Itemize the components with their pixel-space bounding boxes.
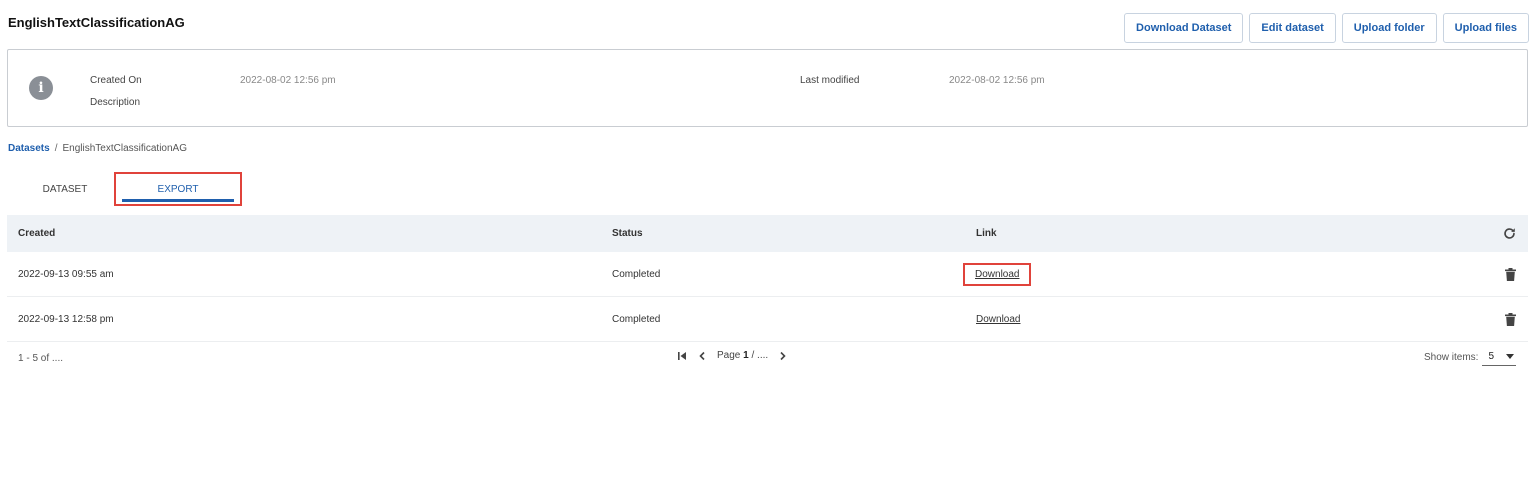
page-separator: / [751,350,755,361]
page-total: .... [757,350,769,361]
show-items-value: 5 [1488,351,1494,362]
tab-export[interactable]: EXPORT [114,172,242,206]
column-header-link: Link [976,228,997,239]
page-label: Page [717,350,741,361]
pagination-range: 1 - 5 of .... [18,353,64,364]
upload-folder-button[interactable]: Upload folder [1341,13,1437,43]
created-on-value: 2022-08-02 12:56 pm [240,75,336,86]
row-status: Completed [612,268,661,280]
breadcrumb-current: EnglishTextClassificationAG [62,143,187,154]
description-label: Description [90,97,141,108]
table-footer: 1 - 5 of .... Page 1 / .... Show items: … [7,343,1528,373]
column-header-status: Status [612,228,643,239]
download-link[interactable]: Download [963,262,1032,286]
last-modified-value: 2022-08-02 12:56 pm [949,75,1045,86]
upload-files-button[interactable]: Upload files [1442,13,1529,43]
page-indicator: Page 1 / .... [717,350,768,361]
page-title: EnglishTextClassificationAG [8,15,185,30]
active-tab-indicator [122,199,234,202]
tab-bar: DATASET EXPORT [8,172,268,208]
download-dataset-button[interactable]: Download Dataset [1124,13,1244,43]
tab-dataset-label: DATASET [42,183,88,195]
table-header: Created Status Link [7,215,1528,252]
table-row: 2022-09-13 12:58 pm Completed Download [7,297,1528,342]
toolbar: Download Dataset Edit dataset Upload fol… [1124,13,1529,43]
row-created: 2022-09-13 09:55 am [18,268,114,280]
tab-dataset[interactable]: DATASET [28,172,102,206]
breadcrumb-separator: / [54,143,58,154]
show-items-select[interactable]: 5 [1482,349,1516,366]
first-page-icon[interactable] [677,351,687,361]
trash-icon[interactable] [1505,267,1516,281]
tab-export-label: EXPORT [157,183,199,195]
created-on-label: Created On [90,75,142,86]
refresh-icon[interactable] [1503,227,1516,240]
breadcrumb: Datasets / EnglishTextClassificationAG [8,143,187,154]
table-row: 2022-09-13 09:55 am Completed Download [7,252,1528,297]
row-created: 2022-09-13 12:58 pm [18,313,114,325]
row-status: Completed [612,313,661,325]
page-current: 1 [743,350,749,361]
pagination: Page 1 / .... [677,350,788,361]
show-items-control: Show items: 5 [1424,349,1516,366]
last-modified-label: Last modified [800,75,860,86]
info-icon: i [29,76,53,100]
column-header-created: Created [18,228,56,239]
download-link[interactable]: Download [976,314,1020,325]
exports-table: Created Status Link 2022-09-13 09:55 am … [7,215,1528,342]
previous-page-icon[interactable] [697,351,707,361]
show-items-label: Show items: [1423,352,1479,363]
edit-dataset-button[interactable]: Edit dataset [1249,13,1336,43]
breadcrumb-datasets-link[interactable]: Datasets [8,143,50,154]
next-page-icon[interactable] [778,351,788,361]
trash-icon[interactable] [1505,312,1516,326]
dataset-info-card: i Created On 2022-08-02 12:56 pm Descrip… [7,49,1528,127]
chevron-down-icon [1506,351,1514,362]
